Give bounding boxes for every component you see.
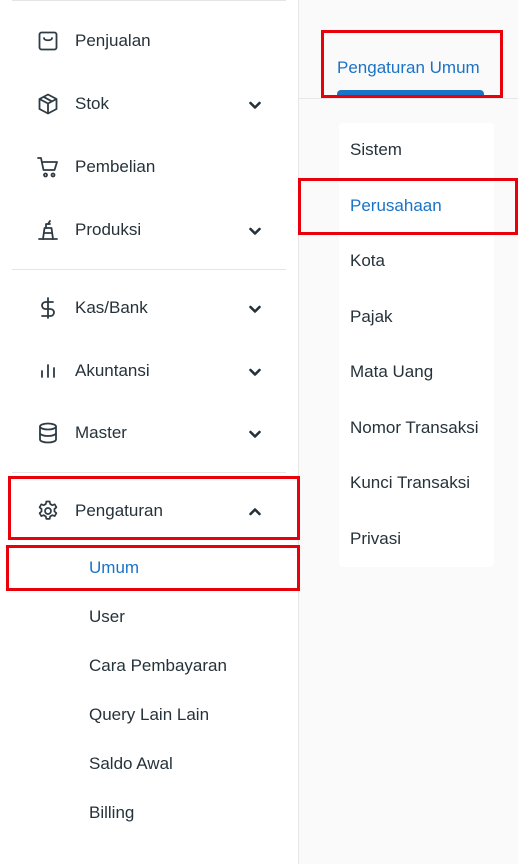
tab-pengaturan-umum[interactable]: Pengaturan Umum <box>337 58 480 78</box>
sidebar: Penjualan Stok Pembelian Produksi Kas/Ba… <box>0 0 299 864</box>
settings-item-mata-uang[interactable]: Mata Uang <box>350 362 433 382</box>
sidebar-item-master[interactable]: Master <box>0 413 298 453</box>
sidebar-item-label: Pengaturan <box>75 501 163 520</box>
submenu-item-cara-pembayaran[interactable]: Cara Pembayaran <box>89 656 227 676</box>
settings-item-kota[interactable]: Kota <box>350 251 385 271</box>
cart-icon <box>36 155 60 179</box>
tab-bar: Pengaturan Umum <box>299 0 518 99</box>
submenu-item-umum[interactable]: Umum <box>89 558 139 578</box>
sidebar-item-pembelian[interactable]: Pembelian <box>0 147 298 187</box>
chevron-down-icon[interactable] <box>246 425 264 443</box>
sidebar-item-label: Penjualan <box>75 31 151 50</box>
sidebar-item-produksi[interactable]: Produksi <box>0 210 298 250</box>
sidebar-item-label: Stok <box>75 94 110 113</box>
submenu-item-billing[interactable]: Billing <box>89 803 134 823</box>
sidebar-item-label: Kas/Bank <box>75 298 148 317</box>
chevron-down-icon[interactable] <box>246 96 264 114</box>
bar-chart-icon <box>36 359 60 383</box>
sidebar-item-label: Pembelian <box>75 157 156 176</box>
submenu-item-query-lain-lain[interactable]: Query Lain Lain <box>89 705 209 725</box>
sidebar-item-label: Akuntansi <box>75 361 150 380</box>
sidebar-item-penjualan[interactable]: Penjualan <box>0 21 298 61</box>
production-icon <box>36 218 60 242</box>
active-tab-indicator <box>337 90 484 98</box>
chevron-down-icon[interactable] <box>246 363 264 381</box>
gear-icon <box>36 499 60 523</box>
settings-item-privasi[interactable]: Privasi <box>350 529 401 549</box>
settings-panel: Pengaturan Umum Sistem Perusahaan Kota P… <box>299 0 518 864</box>
bag-icon <box>36 29 60 53</box>
box-icon <box>36 92 60 116</box>
settings-submenu-card <box>339 123 494 567</box>
submenu-item-user[interactable]: User <box>89 607 125 627</box>
settings-item-sistem[interactable]: Sistem <box>350 140 402 160</box>
sidebar-divider <box>12 472 286 473</box>
sidebar-item-akuntansi[interactable]: Akuntansi <box>0 351 298 391</box>
settings-item-perusahaan[interactable]: Perusahaan <box>350 196 442 216</box>
chevron-down-icon[interactable] <box>246 300 264 318</box>
sidebar-divider <box>12 269 286 270</box>
sidebar-item-kas-bank[interactable]: Kas/Bank <box>0 288 298 328</box>
settings-item-nomor-transaksi[interactable]: Nomor Transaksi <box>350 418 478 438</box>
settings-item-pajak[interactable]: Pajak <box>350 307 393 327</box>
chevron-up-icon[interactable] <box>246 503 264 521</box>
settings-item-kunci-transaksi[interactable]: Kunci Transaksi <box>350 473 470 493</box>
dollar-icon <box>36 296 60 320</box>
submenu-item-saldo-awal[interactable]: Saldo Awal <box>89 754 173 774</box>
sidebar-item-label: Produksi <box>75 220 142 239</box>
database-icon <box>36 421 60 445</box>
sidebar-item-stok[interactable]: Stok <box>0 84 298 124</box>
sidebar-item-pengaturan[interactable]: Pengaturan <box>0 491 298 531</box>
sidebar-top-divider <box>12 0 286 1</box>
sidebar-item-label: Master <box>75 423 127 442</box>
chevron-down-icon[interactable] <box>246 222 264 240</box>
